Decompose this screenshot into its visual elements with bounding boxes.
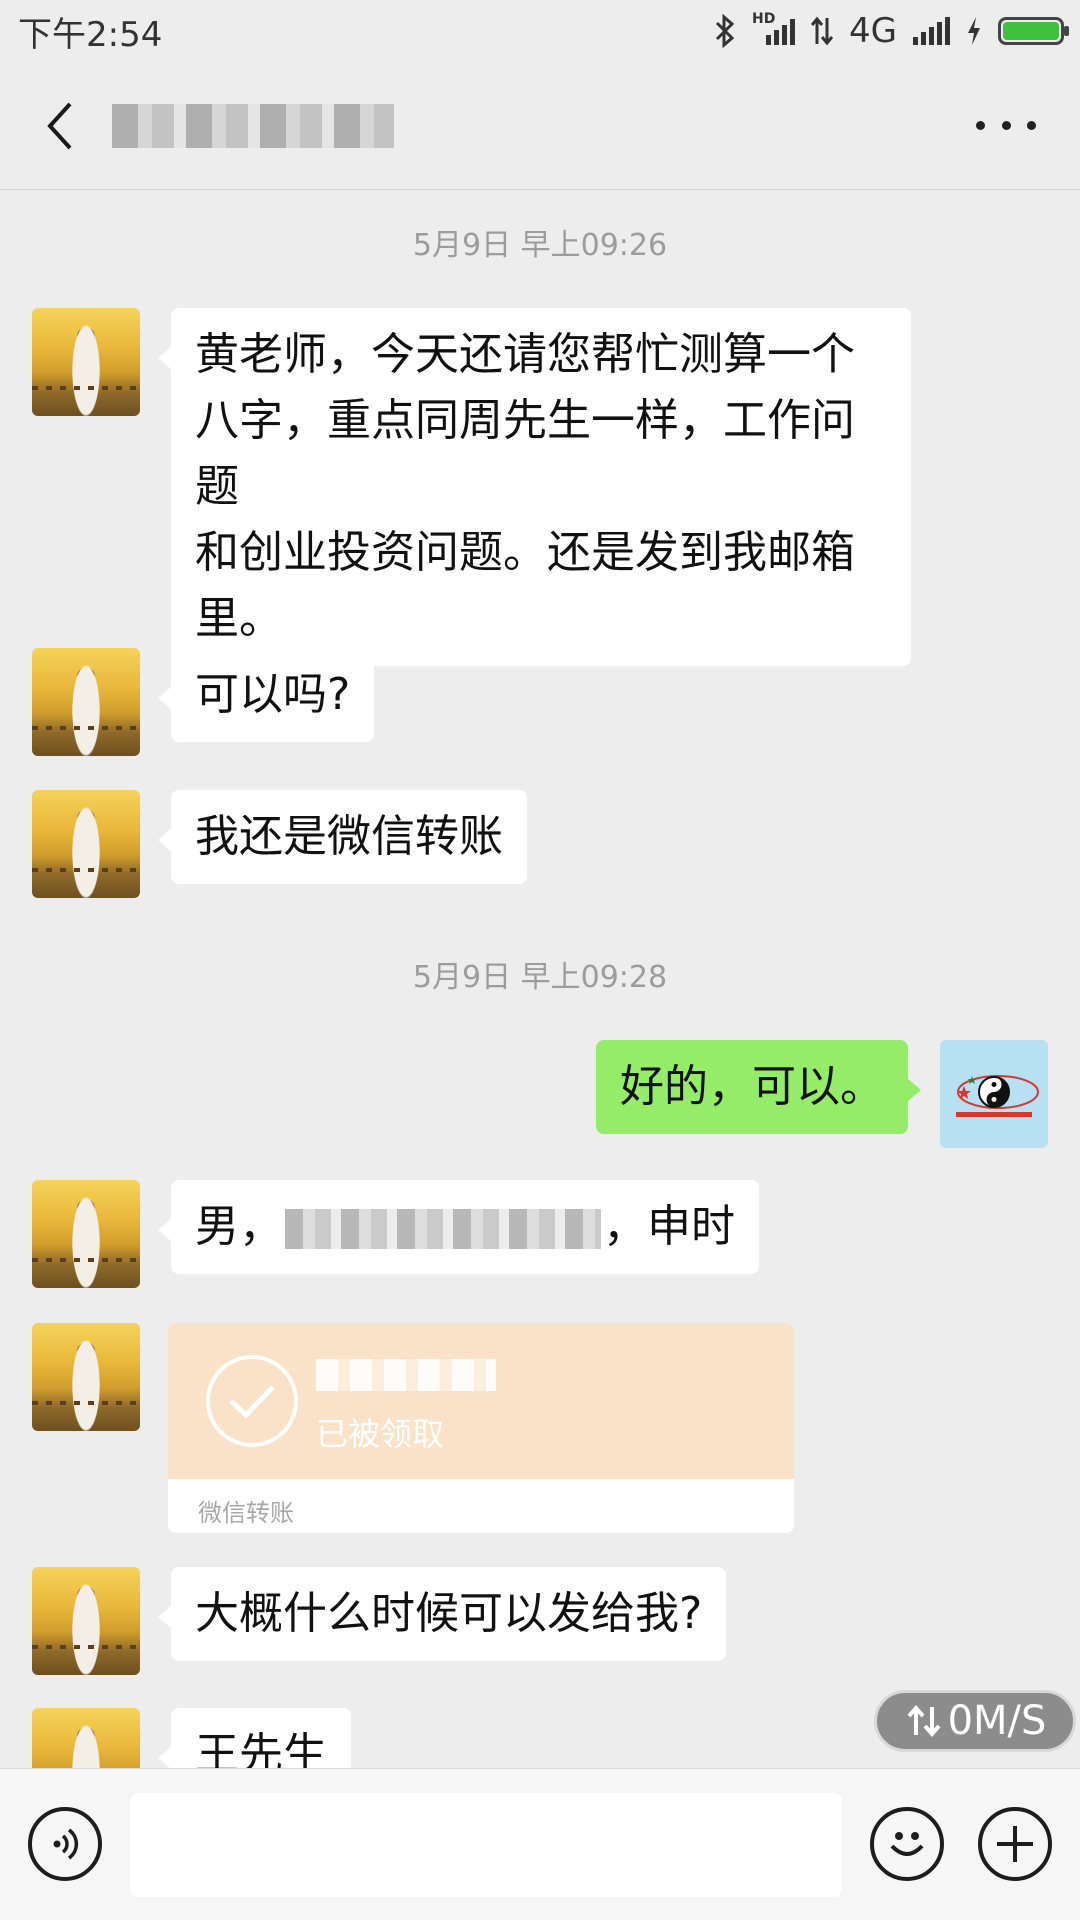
message-text-suffix: ，申时 xyxy=(603,1201,735,1252)
emoji-icon[interactable] xyxy=(870,1807,944,1881)
data-arrows-icon xyxy=(811,16,834,46)
network-speed-indicator[interactable]: 0M/S xyxy=(874,1690,1076,1752)
plus-icon[interactable] xyxy=(978,1807,1052,1881)
contact-avatar[interactable] xyxy=(32,790,140,898)
message-text: 大概什么时候可以发给我? xyxy=(195,1588,703,1639)
message-timestamp: 5月9日 早上09:28 xyxy=(412,960,668,995)
message-bubble[interactable]: 可以吗? xyxy=(157,648,375,742)
message-bubble[interactable]: 王先生 xyxy=(158,1708,351,1768)
message-list[interactable]: 5月9日 早上09:26 黄老师，今天还请您帮忙测算一个 八字，重点同周先生一样… xyxy=(0,190,1080,1768)
message-text: 王先生 xyxy=(195,1729,327,1768)
network-type: 4G xyxy=(849,11,897,51)
message-line: 和创业投资问题。还是发到我邮箱 xyxy=(195,527,855,578)
chat-title-bar xyxy=(0,62,1080,190)
message-line: 里。 xyxy=(195,593,283,644)
message-text: 好的，可以。 xyxy=(620,1061,884,1112)
message-timestamp: 5月9日 早上09:26 xyxy=(412,228,668,263)
message-text: 可以吗? xyxy=(195,669,351,720)
contact-avatar[interactable] xyxy=(32,1180,140,1288)
chat-title-redacted xyxy=(112,103,394,148)
signal-icon xyxy=(913,17,950,45)
contact-avatar[interactable] xyxy=(32,1323,140,1431)
redacted-transfer-amount xyxy=(316,1359,496,1391)
battery-icon xyxy=(998,17,1069,45)
chat-input-bar xyxy=(0,1768,1080,1920)
message-input[interactable] xyxy=(130,1793,842,1897)
message-bubble[interactable]: 我还是微信转账 xyxy=(158,790,527,884)
message-line: 八字，重点同周先生一样，工作问题 xyxy=(195,395,855,512)
redacted-birth-date xyxy=(285,1209,601,1249)
status-icons: HD 4G xyxy=(714,11,1069,51)
my-avatar[interactable] xyxy=(940,1040,1048,1148)
check-circle-icon xyxy=(206,1355,298,1447)
status-time: 下午2:54 xyxy=(18,14,163,55)
bluetooth-icon xyxy=(715,14,735,48)
wechat-transfer-card[interactable]: 已被领取 微信转账 xyxy=(168,1323,794,1533)
message-bubble[interactable]: 大概什么时候可以发给我? xyxy=(157,1567,727,1661)
contact-avatar[interactable] xyxy=(32,308,140,416)
transfer-card-body: 已被领取 xyxy=(168,1323,794,1479)
my-message-bubble[interactable]: 好的，可以。 xyxy=(596,1040,921,1134)
charging-icon xyxy=(968,17,980,45)
swap-arrows-icon xyxy=(907,1704,941,1738)
status-bar: 下午2:54 HD 4G xyxy=(0,0,1080,62)
message-line: 黄老师，今天还请您帮忙测算一个 xyxy=(195,329,855,380)
contact-avatar[interactable] xyxy=(32,1708,140,1768)
message-text-prefix: 男， xyxy=(195,1201,283,1252)
voice-icon[interactable] xyxy=(28,1807,102,1881)
ellipsis-icon[interactable] xyxy=(976,106,1036,146)
contact-avatar[interactable] xyxy=(32,648,140,756)
contact-avatar[interactable] xyxy=(32,1567,140,1675)
transfer-footer-label: 微信转账 xyxy=(198,1499,294,1527)
yin-yang-logo-icon xyxy=(956,1075,1039,1117)
hd-signal-icon: HD xyxy=(752,11,796,45)
message-bubble[interactable]: 男， ，申时 xyxy=(158,1180,759,1274)
network-speed-value: 0M/S xyxy=(947,1698,1047,1744)
chevron-left-icon[interactable] xyxy=(20,86,100,166)
message-bubble[interactable]: 黄老师，今天还请您帮忙测算一个 八字，重点同周先生一样，工作问题 和创业投资问题… xyxy=(158,308,911,666)
transfer-status: 已被领取 xyxy=(316,1415,445,1453)
message-text: 我还是微信转账 xyxy=(195,811,503,862)
